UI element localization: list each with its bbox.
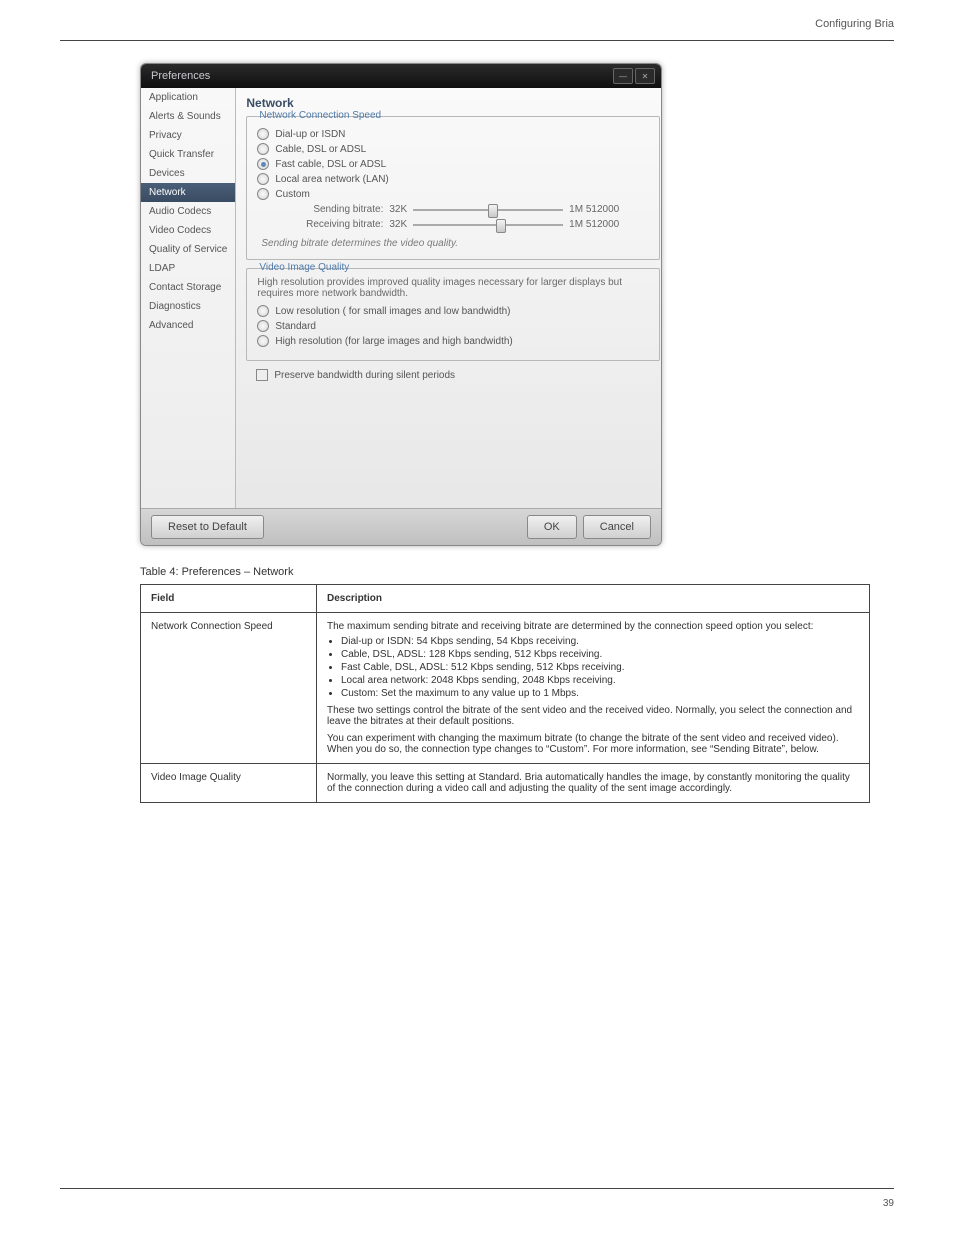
table-cell-field: Video Image Quality (141, 764, 317, 803)
sidebar-item-audio-codecs[interactable]: Audio Codecs (141, 202, 235, 221)
table-cell-field: Network Connection Speed (141, 613, 317, 764)
sidebar-item-diagnostics[interactable]: Diagnostics (141, 297, 235, 316)
bitrate-hint: Sending bitrate determines the video qua… (257, 238, 649, 249)
bullet-item: Custom: Set the maximum to any value up … (341, 688, 859, 699)
preserve-bandwidth-label: Preserve bandwidth during silent periods (274, 370, 455, 381)
footer-right: 39 (883, 1198, 894, 1209)
radio-high-resolution-for-large-images-and-high-bandwidth-[interactable]: High resolution (for large images and hi… (257, 335, 649, 347)
slider-label: Sending bitrate: (283, 204, 383, 215)
group-video-quality: Video Image Quality High resolution prov… (246, 268, 660, 361)
bullet-item: Dial-up or ISDN: 54 Kbps sending, 54 Kbp… (341, 636, 859, 647)
radio-local-area-network-lan-[interactable]: Local area network (LAN) (257, 173, 649, 185)
radio-custom[interactable]: Custom (257, 188, 649, 200)
group-legend-connection: Network Connection Speed (255, 110, 385, 121)
table-header-field: Field (141, 585, 317, 613)
slider-readout: 1M 512000 (569, 204, 649, 215)
radio-icon[interactable] (257, 335, 269, 347)
ok-button[interactable]: OK (527, 515, 577, 539)
checkbox-icon[interactable] (256, 369, 268, 381)
preferences-table: Field Description Network Connection Spe… (140, 584, 870, 803)
close-icon[interactable]: ✕ (635, 68, 655, 84)
slider-thumb[interactable] (488, 204, 498, 218)
sidebar-item-application[interactable]: Application (141, 88, 235, 107)
radio-icon[interactable] (257, 188, 269, 200)
slider-sending-bitrate-[interactable]: Sending bitrate: 32K 1M 512000 (283, 204, 649, 215)
radio-label: Low resolution ( for small images and lo… (275, 306, 510, 317)
sidebar-item-video-codecs[interactable]: Video Codecs (141, 221, 235, 240)
radio-icon[interactable] (257, 128, 269, 140)
page-header-right: Configuring Bria (815, 18, 894, 30)
dialog-titlebar[interactable]: Preferences — ✕ (141, 64, 661, 88)
sidebar-item-network[interactable]: Network (141, 183, 235, 202)
slider-track[interactable] (413, 209, 563, 211)
sidebar-item-ldap[interactable]: LDAP (141, 259, 235, 278)
preserve-bandwidth-row[interactable]: Preserve bandwidth during silent periods (256, 369, 660, 381)
slider-thumb[interactable] (496, 219, 506, 233)
sidebar-item-alerts-sounds[interactable]: Alerts & Sounds (141, 107, 235, 126)
radio-icon[interactable] (257, 320, 269, 332)
sidebar-item-quick-transfer[interactable]: Quick Transfer (141, 145, 235, 164)
radio-dial-up-or-isdn[interactable]: Dial-up or ISDN (257, 128, 649, 140)
slider-track[interactable] (413, 224, 563, 226)
radio-low-resolution-for-small-images-and-low-bandwidth-[interactable]: Low resolution ( for small images and lo… (257, 305, 649, 317)
slider-label: Receiving bitrate: (283, 219, 383, 230)
radio-icon[interactable] (257, 143, 269, 155)
video-quality-intro: High resolution provides improved qualit… (257, 277, 649, 299)
radio-label: Local area network (LAN) (275, 174, 388, 185)
cancel-button[interactable]: Cancel (583, 515, 651, 539)
radio-label: Cable, DSL or ADSL (275, 144, 366, 155)
minimize-icon[interactable]: — (613, 68, 633, 84)
sidebar-item-privacy[interactable]: Privacy (141, 126, 235, 145)
dialog-title: Preferences (151, 70, 210, 82)
radio-icon[interactable] (257, 158, 269, 170)
dialog-footer: Reset to Default OK Cancel (141, 508, 661, 545)
desc-p2: You can experiment with changing the max… (327, 733, 859, 755)
sidebar-item-contact-storage[interactable]: Contact Storage (141, 278, 235, 297)
table-header-description: Description (317, 585, 870, 613)
radio-fast-cable-dsl-or-adsl[interactable]: Fast cable, DSL or ADSL (257, 158, 649, 170)
slider-readout: 1M 512000 (569, 219, 649, 230)
slider-min: 32K (389, 204, 407, 215)
sidebar-item-devices[interactable]: Devices (141, 164, 235, 183)
bottom-rule (60, 1188, 894, 1189)
bullet-item: Fast Cable, DSL, ADSL: 512 Kbps sending,… (341, 662, 859, 673)
bullet-item: Local area network: 2048 Kbps sending, 2… (341, 675, 859, 686)
content-title: Network (246, 96, 660, 110)
table-cell-description: The maximum sending bitrate and receivin… (317, 613, 870, 764)
sidebar: ApplicationAlerts & SoundsPrivacyQuick T… (141, 88, 236, 508)
radio-label: Fast cable, DSL or ADSL (275, 159, 386, 170)
group-connection-speed: Network Connection Speed Dial-up or ISDN… (246, 116, 660, 260)
radio-label: High resolution (for large images and hi… (275, 336, 512, 347)
slider-min: 32K (389, 219, 407, 230)
reset-button[interactable]: Reset to Default (151, 515, 264, 539)
radio-label: Dial-up or ISDN (275, 129, 345, 140)
sidebar-item-advanced[interactable]: Advanced (141, 316, 235, 335)
radio-standard[interactable]: Standard (257, 320, 649, 332)
radio-icon[interactable] (257, 305, 269, 317)
bullet-item: Cable, DSL, ADSL: 128 Kbps sending, 512 … (341, 649, 859, 660)
radio-label: Standard (275, 321, 316, 332)
sidebar-item-quality-of-service[interactable]: Quality of Service (141, 240, 235, 259)
dialog-content: Network Network Connection Speed Dial-up… (236, 88, 662, 508)
table-caption: Table 4: Preferences – Network (140, 566, 894, 578)
top-rule (60, 40, 894, 41)
radio-cable-dsl-or-adsl[interactable]: Cable, DSL or ADSL (257, 143, 649, 155)
desc-p1: These two settings control the bitrate o… (327, 705, 859, 727)
slider-receiving-bitrate-[interactable]: Receiving bitrate: 32K 1M 512000 (283, 219, 649, 230)
table-cell-description: Normally, you leave this setting at Stan… (317, 764, 870, 803)
preferences-dialog: Preferences — ✕ ApplicationAlerts & Soun… (140, 63, 662, 546)
group-legend-video: Video Image Quality (255, 262, 353, 273)
desc-intro: The maximum sending bitrate and receivin… (327, 621, 859, 632)
radio-icon[interactable] (257, 173, 269, 185)
radio-label: Custom (275, 189, 309, 200)
